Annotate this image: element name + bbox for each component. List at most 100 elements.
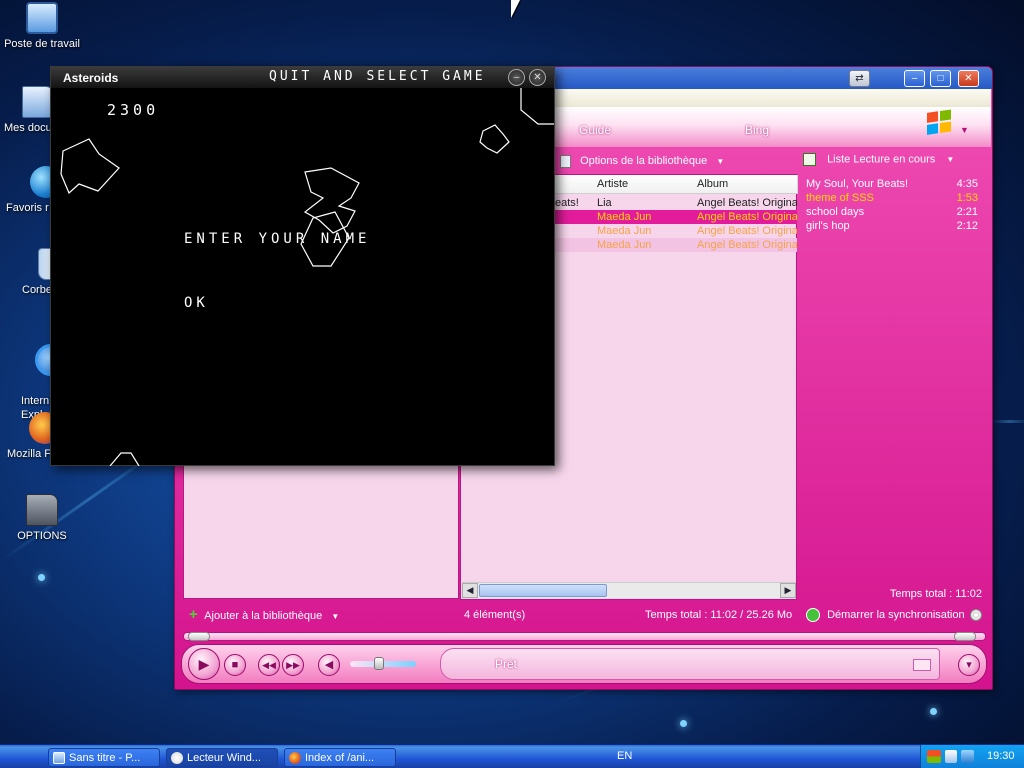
seek-handle[interactable]: [188, 632, 210, 641]
maximize-button[interactable]: □: [930, 70, 951, 87]
minimize-button[interactable]: –: [904, 70, 925, 87]
quit-and-select-game-button[interactable]: QUIT AND SELECT GAME: [269, 69, 486, 84]
media-player-icon: [171, 752, 183, 764]
tray-network-icon[interactable]: [927, 750, 941, 763]
next-button[interactable]: ▶▶: [282, 654, 304, 676]
scroll-left-icon[interactable]: ◀: [462, 583, 478, 598]
playlist-item[interactable]: My Soul, Your Beats! 4:35: [806, 177, 982, 191]
playlist-item-title: school days: [806, 206, 865, 218]
asteroid-large: [303, 167, 360, 234]
now-playing-info: Prêt: [440, 648, 940, 680]
mouse-cursor-icon: [511, 0, 520, 18]
chevron-down-icon[interactable]: ▼: [960, 125, 969, 135]
column-album[interactable]: Album: [692, 175, 798, 194]
desktop-light-dot: [680, 720, 687, 727]
start-sync-button[interactable]: Démarrer la synchronisation: [806, 604, 965, 626]
desktop-icon-label: OPTIONS: [17, 530, 67, 542]
switch-to-skin-button[interactable]: ▾: [958, 654, 980, 676]
folder-icon: [26, 494, 58, 526]
desktop-icon-options[interactable]: OPTIONS: [0, 494, 84, 542]
taskbar-button-paint[interactable]: Sans titre - P...: [48, 748, 160, 767]
language-indicator[interactable]: EN: [617, 750, 632, 762]
stop-button[interactable]: ■: [224, 654, 246, 676]
desktop-light-dot: [38, 574, 45, 581]
sync-icon: [806, 608, 820, 623]
tab-bing[interactable]: Bing: [745, 123, 769, 137]
tray-safe-remove-icon[interactable]: [961, 750, 974, 763]
taskbar-button-firefox[interactable]: Index of /ani...: [284, 748, 396, 767]
chevron-down-icon[interactable]: ▼: [946, 155, 954, 164]
player-ship: [109, 452, 140, 466]
desktop-light-streak: [990, 420, 1024, 423]
volume-slider[interactable]: [350, 657, 416, 670]
desktop-light-dot: [930, 708, 937, 715]
asteroid-partial: [520, 88, 554, 125]
previous-button[interactable]: ◀◀: [258, 654, 280, 676]
playlist-item-playing[interactable]: theme of SSS 1:53: [806, 191, 982, 205]
disc-icon[interactable]: [970, 609, 982, 621]
minimize-button[interactable]: –: [508, 69, 525, 86]
track-album: Angel Beats! Original: [697, 211, 797, 223]
item-count: 4 élément(s): [464, 609, 526, 621]
seek-end-handle[interactable]: [954, 632, 976, 641]
playlist-item[interactable]: school days 2:21: [806, 205, 982, 219]
now-playing-list-button[interactable]: Liste Lecture en cours: [827, 153, 935, 165]
track-album: Angel Beats! Original: [697, 225, 797, 237]
playlist-item-title: theme of SSS: [806, 192, 874, 204]
playlist-icon: [803, 153, 816, 166]
taskbar-button-label: Index of /ani...: [305, 752, 375, 764]
playlist-total-time: Temps total : 11:02: [889, 588, 982, 600]
computer-icon: [26, 2, 58, 34]
playlist-item-title: My Soul, Your Beats!: [806, 178, 909, 190]
taskbar-button-label: Sans titre - P...: [69, 752, 141, 764]
chevron-down-icon[interactable]: ▼: [716, 157, 724, 166]
library-options-icon: [560, 154, 571, 168]
plus-icon: +: [189, 606, 198, 623]
tray-volume-icon[interactable]: [945, 750, 957, 763]
firefox-icon: [289, 752, 301, 764]
track-album: Angel Beats! Original: [697, 197, 797, 209]
scrollbar-thumb[interactable]: [479, 584, 607, 597]
mini-mode-button[interactable]: ⇄: [849, 70, 870, 87]
fullscreen-icon[interactable]: [913, 659, 931, 671]
game-field: [60, 88, 554, 466]
close-button[interactable]: ✕: [958, 70, 979, 87]
mute-button[interactable]: ◀: [318, 654, 340, 676]
paint-icon: [53, 752, 65, 764]
asteroids-titlebar[interactable]: Asteroids QUIT AND SELECT GAME – ✕: [51, 67, 554, 88]
track-album: Angel Beats! Original: [697, 239, 797, 251]
player-status: Prêt: [495, 657, 518, 671]
taskbar-button-label: Lecteur Wind...: [187, 752, 261, 764]
desktop-icon-my-computer[interactable]: Poste de travail: [0, 2, 84, 50]
playback-controls: ▶ ■ ◀◀ ▶▶ ◀ Prêt ▾: [181, 644, 987, 684]
playlist-item-duration: 2:12: [956, 220, 978, 232]
horizontal-scrollbar[interactable]: ◀ ▶: [462, 582, 796, 598]
taskbar-button-media-player[interactable]: Lecteur Wind...: [166, 748, 278, 767]
asteroid-small: [479, 124, 510, 154]
play-button[interactable]: ▶: [188, 648, 220, 680]
add-to-library-button[interactable]: + Ajouter à la bibliothèque ▼: [189, 604, 339, 626]
column-artist[interactable]: Artiste: [592, 175, 693, 194]
desktop-icon-label: Poste de travail: [4, 38, 80, 50]
playlist-header: Liste Lecture en cours ▼: [803, 153, 954, 169]
playlist-item[interactable]: girl's hop 2:12: [806, 219, 982, 233]
close-button[interactable]: ✕: [529, 69, 546, 86]
start-sync-label: Démarrer la synchronisation: [827, 609, 965, 621]
taskbar: Sans titre - P... Lecteur Wind... Index …: [0, 744, 1024, 768]
scroll-right-icon[interactable]: ▶: [780, 583, 796, 598]
add-to-library-label: Ajouter à la bibliothèque: [204, 610, 323, 622]
asteroids-window: Asteroids QUIT AND SELECT GAME – ✕ 2300 …: [50, 66, 555, 466]
playlist-item-duration: 4:35: [956, 178, 978, 190]
chevron-down-icon[interactable]: ▼: [331, 612, 339, 621]
tab-guide[interactable]: Guide: [579, 123, 611, 137]
track-artist: Maeda Jun: [597, 225, 652, 237]
track-artist: Maeda Jun: [597, 211, 652, 223]
ok-button[interactable]: OK: [184, 295, 209, 311]
library-options-button[interactable]: Options de la bibliothèque: [580, 155, 707, 167]
clock[interactable]: 19:30: [987, 750, 1015, 762]
track-artist: Maeda Jun: [597, 239, 652, 251]
seek-bar[interactable]: [183, 632, 986, 641]
total-time: Temps total : 11:02 / 25.26 Mo: [645, 609, 793, 621]
volume-thumb[interactable]: [374, 657, 384, 670]
playlist-item-duration: 1:53: [956, 192, 978, 204]
